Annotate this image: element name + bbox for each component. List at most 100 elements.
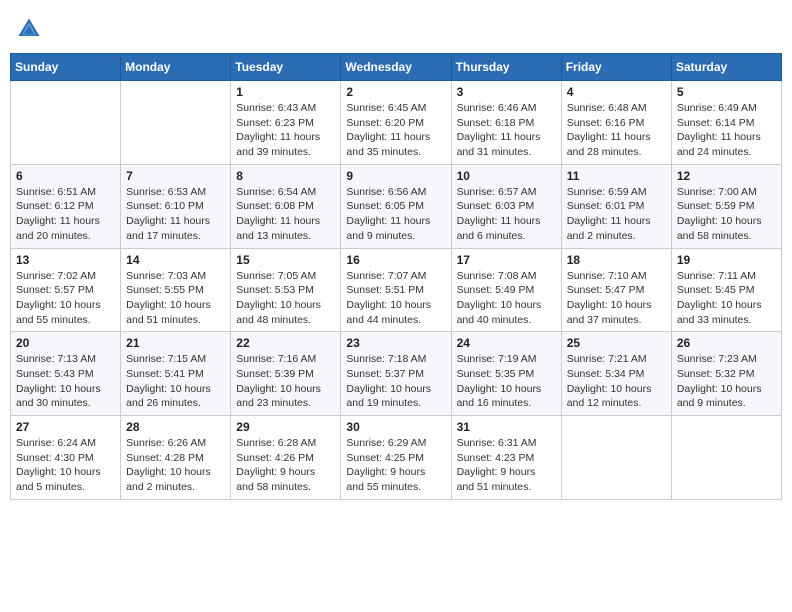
- day-info: Sunrise: 7:07 AM Sunset: 5:51 PM Dayligh…: [346, 269, 445, 328]
- calendar-cell: 9Sunrise: 6:56 AM Sunset: 6:05 PM Daylig…: [341, 164, 451, 248]
- day-info: Sunrise: 6:45 AM Sunset: 6:20 PM Dayligh…: [346, 101, 445, 160]
- calendar-cell: 23 Sunrise: 7:18 AM Sunset: 5:37 PM Dayli…: [341, 332, 451, 416]
- calendar-cell: 14 Sunrise: 7:03 AM Sunset: 5:55 PM Dayli…: [121, 248, 231, 332]
- weekday-header-saturday: Saturday: [671, 54, 781, 81]
- calendar-cell: 1 Sunrise: 6:43 AM Sunset: 6:23 PM Daylig…: [231, 81, 341, 165]
- day-info: Sunrise: 6:54 AM Sunset: 6:08 PM Dayligh…: [236, 185, 335, 244]
- day-info: Sunrise: 7:10 AM Sunset: 5:47 PM Dayligh…: [567, 269, 666, 328]
- calendar-week-3: 13Sunrise: 7:02 AM Sunset: 5:57 PM Dayli…: [11, 248, 782, 332]
- calendar-cell: 3 Sunrise: 6:46 AM Sunset: 6:18 PM Daylig…: [451, 81, 561, 165]
- day-number: 14: [126, 253, 225, 267]
- day-info: Sunrise: 6:43 AM Sunset: 6:23 PM Dayligh…: [236, 101, 335, 160]
- day-number: 18: [567, 253, 666, 267]
- calendar-cell: 8 Sunrise: 6:54 AM Sunset: 6:08 PM Daylig…: [231, 164, 341, 248]
- calendar-cell: [561, 416, 671, 500]
- weekday-header-monday: Monday: [121, 54, 231, 81]
- day-number: 25: [567, 336, 666, 350]
- calendar-cell: 21Sunrise: 7:15 AM Sunset: 5:41 PM Dayli…: [121, 332, 231, 416]
- calendar-cell: 31 Sunrise: 6:31 AM Sunset: 4:23 PM Dayli…: [451, 416, 561, 500]
- day-info: Sunrise: 6:59 AM Sunset: 6:01 PM Dayligh…: [567, 185, 666, 244]
- day-info: Sunrise: 7:11 AM Sunset: 5:45 PM Dayligh…: [677, 269, 776, 328]
- weekday-header-wednesday: Wednesday: [341, 54, 451, 81]
- day-number: 7: [126, 169, 225, 183]
- day-info: Sunrise: 6:48 AM Sunset: 6:16 PM Dayligh…: [567, 101, 666, 160]
- weekday-header-friday: Friday: [561, 54, 671, 81]
- calendar-cell: 10 Sunrise: 6:57 AM Sunset: 6:03 PM Dayli…: [451, 164, 561, 248]
- page-header: [10, 10, 782, 43]
- day-number: 16: [346, 253, 445, 267]
- day-number: 30: [346, 420, 445, 434]
- day-number: 29: [236, 420, 335, 434]
- day-info: Sunrise: 6:26 AM Sunset: 4:28 PM Dayligh…: [126, 436, 225, 495]
- calendar-cell: 7 Sunrise: 6:53 AM Sunset: 6:10 PM Daylig…: [121, 164, 231, 248]
- day-info: Sunrise: 6:56 AM Sunset: 6:05 PM Dayligh…: [346, 185, 445, 244]
- day-number: 31: [457, 420, 556, 434]
- logo: [15, 15, 49, 43]
- day-number: 6: [16, 169, 115, 183]
- calendar-cell: 22 Sunrise: 7:16 AM Sunset: 5:39 PM Dayli…: [231, 332, 341, 416]
- calendar-cell: [671, 416, 781, 500]
- calendar-cell: 6 Sunrise: 6:51 AM Sunset: 6:12 PM Daylig…: [11, 164, 121, 248]
- day-number: 23: [346, 336, 445, 350]
- weekday-header-thursday: Thursday: [451, 54, 561, 81]
- day-number: 1: [236, 85, 335, 99]
- day-number: 28: [126, 420, 225, 434]
- day-number: 27: [16, 420, 115, 434]
- calendar-cell: 13Sunrise: 7:02 AM Sunset: 5:57 PM Dayli…: [11, 248, 121, 332]
- day-number: 17: [457, 253, 556, 267]
- day-info: Sunrise: 6:28 AM Sunset: 4:26 PM Dayligh…: [236, 436, 335, 495]
- day-info: Sunrise: 7:21 AM Sunset: 5:34 PM Dayligh…: [567, 352, 666, 411]
- day-number: 24: [457, 336, 556, 350]
- day-number: 3: [457, 85, 556, 99]
- calendar-cell: 5 Sunrise: 6:49 AM Sunset: 6:14 PM Daylig…: [671, 81, 781, 165]
- day-number: 26: [677, 336, 776, 350]
- calendar-table: SundayMondayTuesdayWednesdayThursdayFrid…: [10, 53, 782, 500]
- calendar-cell: 24 Sunrise: 7:19 AM Sunset: 5:35 PM Dayli…: [451, 332, 561, 416]
- calendar-header: SundayMondayTuesdayWednesdayThursdayFrid…: [11, 54, 782, 81]
- day-info: Sunrise: 7:18 AM Sunset: 5:37 PM Dayligh…: [346, 352, 445, 411]
- calendar-week-1: 1 Sunrise: 6:43 AM Sunset: 6:23 PM Daylig…: [11, 81, 782, 165]
- day-number: 12: [677, 169, 776, 183]
- calendar-week-2: 6 Sunrise: 6:51 AM Sunset: 6:12 PM Daylig…: [11, 164, 782, 248]
- day-number: 10: [457, 169, 556, 183]
- calendar-cell: 28 Sunrise: 6:26 AM Sunset: 4:28 PM Dayli…: [121, 416, 231, 500]
- day-info: Sunrise: 6:29 AM Sunset: 4:25 PM Dayligh…: [346, 436, 445, 495]
- day-number: 2: [346, 85, 445, 99]
- day-info: Sunrise: 6:53 AM Sunset: 6:10 PM Dayligh…: [126, 185, 225, 244]
- calendar-cell: 17 Sunrise: 7:08 AM Sunset: 5:49 PM Dayli…: [451, 248, 561, 332]
- day-info: Sunrise: 7:03 AM Sunset: 5:55 PM Dayligh…: [126, 269, 225, 328]
- day-info: Sunrise: 6:31 AM Sunset: 4:23 PM Dayligh…: [457, 436, 556, 495]
- calendar-cell: 27 Sunrise: 6:24 AM Sunset: 4:30 PM Dayli…: [11, 416, 121, 500]
- calendar-cell: 20Sunrise: 7:13 AM Sunset: 5:43 PM Dayli…: [11, 332, 121, 416]
- calendar-cell: 2 Sunrise: 6:45 AM Sunset: 6:20 PM Daylig…: [341, 81, 451, 165]
- calendar-cell: 11 Sunrise: 6:59 AM Sunset: 6:01 PM Dayli…: [561, 164, 671, 248]
- day-info: Sunrise: 6:51 AM Sunset: 6:12 PM Dayligh…: [16, 185, 115, 244]
- day-info: Sunrise: 7:13 AM Sunset: 5:43 PM Dayligh…: [16, 352, 115, 411]
- day-number: 8: [236, 169, 335, 183]
- day-number: 4: [567, 85, 666, 99]
- day-info: Sunrise: 6:57 AM Sunset: 6:03 PM Dayligh…: [457, 185, 556, 244]
- day-info: Sunrise: 7:02 AM Sunset: 5:57 PM Dayligh…: [16, 269, 115, 328]
- calendar-cell: 30 Sunrise: 6:29 AM Sunset: 4:25 PM Dayli…: [341, 416, 451, 500]
- day-info: Sunrise: 6:49 AM Sunset: 6:14 PM Dayligh…: [677, 101, 776, 160]
- day-number: 19: [677, 253, 776, 267]
- calendar-week-5: 27 Sunrise: 6:24 AM Sunset: 4:30 PM Dayli…: [11, 416, 782, 500]
- day-info: Sunrise: 7:19 AM Sunset: 5:35 PM Dayligh…: [457, 352, 556, 411]
- day-info: Sunrise: 7:15 AM Sunset: 5:41 PM Dayligh…: [126, 352, 225, 411]
- calendar-cell: 15Sunrise: 7:05 AM Sunset: 5:53 PM Dayli…: [231, 248, 341, 332]
- day-info: Sunrise: 7:16 AM Sunset: 5:39 PM Dayligh…: [236, 352, 335, 411]
- day-number: 5: [677, 85, 776, 99]
- calendar-cell: 19 Sunrise: 7:11 AM Sunset: 5:45 PM Dayli…: [671, 248, 781, 332]
- day-info: Sunrise: 7:08 AM Sunset: 5:49 PM Dayligh…: [457, 269, 556, 328]
- day-info: Sunrise: 6:46 AM Sunset: 6:18 PM Dayligh…: [457, 101, 556, 160]
- weekday-header-tuesday: Tuesday: [231, 54, 341, 81]
- day-number: 22: [236, 336, 335, 350]
- calendar-cell: 29 Sunrise: 6:28 AM Sunset: 4:26 PM Dayli…: [231, 416, 341, 500]
- calendar-cell: 25 Sunrise: 7:21 AM Sunset: 5:34 PM Dayli…: [561, 332, 671, 416]
- calendar-cell: 18 Sunrise: 7:10 AM Sunset: 5:47 PM Dayli…: [561, 248, 671, 332]
- calendar-week-4: 20Sunrise: 7:13 AM Sunset: 5:43 PM Dayli…: [11, 332, 782, 416]
- day-info: Sunrise: 7:00 AM Sunset: 5:59 PM Dayligh…: [677, 185, 776, 244]
- day-info: Sunrise: 6:24 AM Sunset: 4:30 PM Dayligh…: [16, 436, 115, 495]
- logo-icon: [15, 15, 43, 43]
- day-number: 11: [567, 169, 666, 183]
